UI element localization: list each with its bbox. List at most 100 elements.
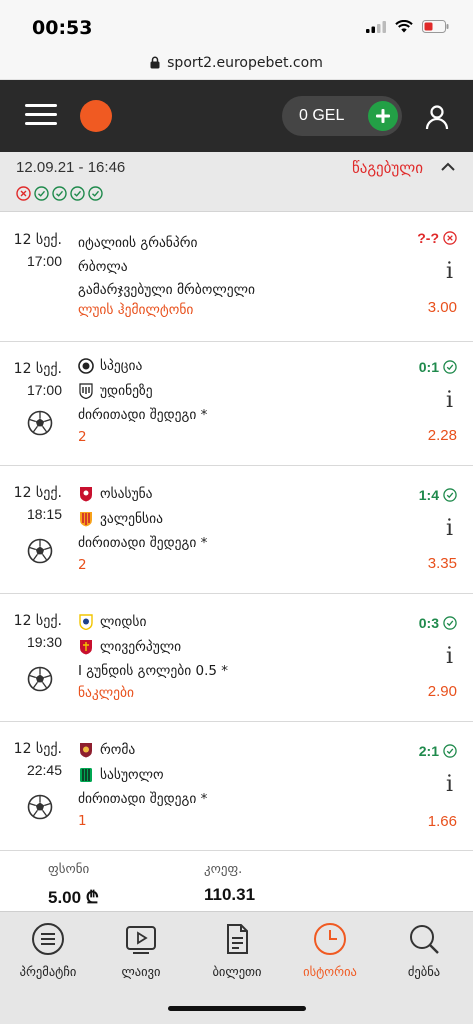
won-icon [443, 744, 457, 758]
total-odds-value: 110.31 [204, 885, 256, 904]
team-name: უდინეზე [100, 383, 153, 399]
score-badge: 1:4 [419, 487, 457, 503]
info-icon[interactable]: i [446, 516, 453, 541]
home-indicator[interactable] [168, 1006, 306, 1011]
leeds-logo [79, 614, 93, 630]
score: 2:1 [418, 743, 439, 759]
won-icon [443, 488, 457, 502]
tab-history[interactable]: ისტორია [285, 922, 375, 979]
tab-search[interactable]: ძებნა [379, 922, 469, 979]
team-home: სპეცია [78, 358, 142, 374]
info-icon[interactable]: i [446, 259, 453, 284]
tab-label: ლაივი [121, 964, 161, 979]
event-date: 12 სექ. [13, 741, 62, 757]
odds: 2.28 [427, 427, 457, 444]
lost-icon [443, 231, 457, 245]
event-row: 12 სექ. 17:00 სპეცია უდინეზე ძირითადი შე… [0, 342, 473, 466]
selection: 1 [78, 813, 87, 829]
market-name: ძირითადი შედეგი * [78, 407, 208, 423]
selection: 2 [78, 429, 87, 445]
score: 1:4 [418, 487, 439, 503]
bet-status: წაგებული [351, 159, 423, 177]
ios-status-bar: 00:53 [0, 0, 473, 46]
soccer-ball-icon [27, 410, 53, 436]
lost-icon [16, 186, 31, 201]
bet-datetime: 12.09.21 - 16:46 [16, 159, 126, 176]
tab-live[interactable]: ლაივი [96, 922, 186, 979]
score-badge: ?-? [417, 230, 457, 246]
team-name: ვალენსია [100, 511, 163, 527]
event-time: 17:00 [26, 382, 62, 398]
soccer-ball-icon [27, 538, 53, 564]
team-home: ოსასუნა [78, 486, 153, 502]
stake-value: 5.00 ₾ [48, 888, 99, 907]
tab-label: ბილეთი [212, 964, 262, 979]
ticket-icon [227, 924, 248, 954]
tab-label: ძებნა [407, 964, 441, 979]
soccer-ball-icon [27, 794, 53, 820]
event-time: 22:45 [26, 762, 62, 778]
info-icon[interactable]: i [446, 388, 453, 413]
event-row: 12 სექ. 17:00 იტალიის გრანპრი რბოლა გამა… [0, 213, 473, 342]
search-icon [410, 925, 439, 954]
clock-icon [314, 923, 346, 955]
bet-summary-header[interactable]: 12.09.21 - 16:46 წაგებული [0, 152, 473, 212]
odds: 3.00 [427, 299, 457, 316]
won-icon [52, 186, 67, 201]
team-name: რომა [100, 742, 136, 758]
tab-prematch[interactable]: პრემატჩი [3, 922, 93, 979]
spezia-logo [78, 358, 94, 374]
won-icon [70, 186, 85, 201]
sassuolo-logo [80, 768, 92, 782]
team-name: ლივერპული [100, 639, 182, 655]
score: ?-? [417, 230, 439, 246]
tab-label: ისტორია [303, 964, 357, 979]
event-time: 19:30 [26, 634, 62, 650]
signal-icon [366, 20, 386, 33]
chevron-up-icon[interactable] [439, 158, 457, 176]
info-icon[interactable]: i [446, 772, 453, 797]
team-name: სპეცია [100, 358, 143, 374]
menu-icon[interactable] [25, 104, 57, 126]
team-name: სასუოლო [100, 767, 164, 783]
roma-logo [80, 743, 92, 758]
battery-icon [422, 20, 449, 33]
tab-ticket[interactable]: ბილეთი [192, 922, 282, 979]
selection: 2 [78, 557, 87, 573]
team-home: რომა [78, 742, 135, 758]
event-title: იტალიის გრანპრი [78, 235, 198, 251]
balance-pill[interactable]: 0 GEL [282, 96, 402, 136]
wifi-icon [395, 20, 413, 33]
score-badge: 0:3 [419, 615, 457, 631]
won-icon [443, 360, 457, 374]
info-icon[interactable]: i [446, 644, 453, 669]
won-icon [34, 186, 49, 201]
team-name: ოსასუნა [100, 486, 153, 502]
odds: 1.66 [427, 813, 457, 830]
market-name: ძირითადი შედეგი * [78, 535, 208, 551]
team-away: უდინეზე [78, 383, 153, 399]
market-name: გამარჯვებული მრბოლელი [78, 282, 255, 298]
balance-text: 0 GEL [299, 107, 345, 124]
add-funds-button[interactable] [368, 101, 398, 131]
address-bar[interactable]: sport2.europebet.com [0, 46, 473, 80]
logo[interactable] [80, 100, 112, 132]
total-odds-label: კოეფ. [204, 862, 243, 877]
stake-label: ფსონი [48, 862, 90, 877]
plus-icon [376, 109, 390, 123]
score-badge: 0:1 [419, 359, 457, 375]
list-circle-icon [32, 923, 64, 955]
team-away: ვალენსია [78, 511, 163, 527]
won-icon [88, 186, 103, 201]
app-header: 0 GEL [0, 80, 473, 152]
event-time: 17:00 [26, 253, 62, 269]
user-icon[interactable] [424, 104, 450, 130]
event-date: 12 სექ. [13, 485, 62, 501]
selection: ნაკლები [78, 685, 134, 701]
event-subtitle: რბოლა [78, 259, 128, 275]
liverpool-logo [80, 640, 92, 655]
status-time: 00:53 [32, 17, 93, 39]
soccer-ball-icon [27, 666, 53, 692]
odds: 2.90 [427, 683, 457, 700]
score: 0:3 [418, 615, 439, 631]
